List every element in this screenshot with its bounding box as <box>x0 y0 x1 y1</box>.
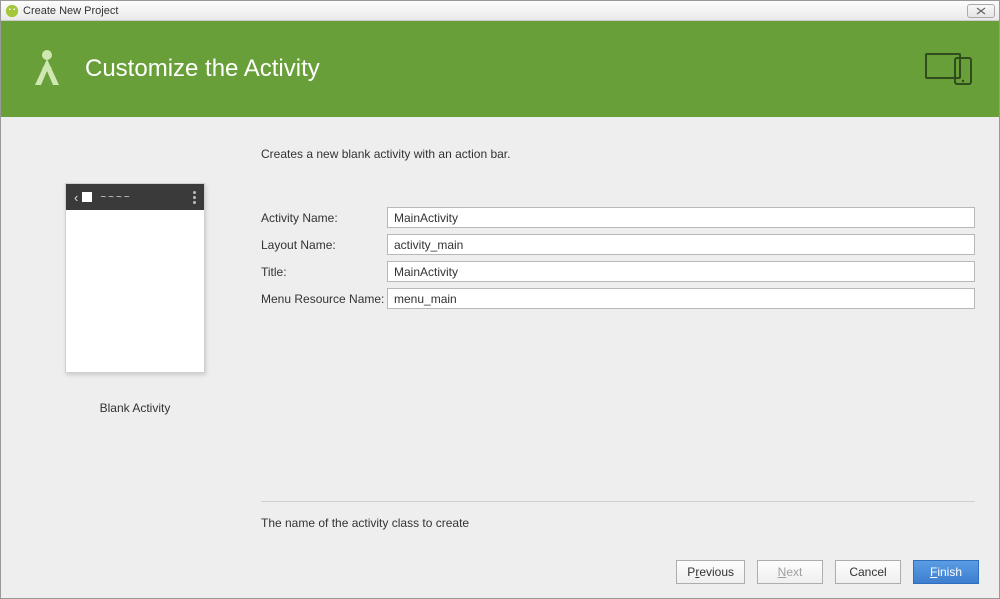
form-column: Creates a new blank activity with an act… <box>261 147 975 536</box>
template-preview: ‹ ~~~~ <box>65 183 205 373</box>
wizard-window: Create New Project Customize the Activit… <box>0 0 1000 599</box>
preview-column: ‹ ~~~~ Blank Activity <box>25 147 245 536</box>
row-layout-name: Layout Name: <box>261 234 975 255</box>
app-icon <box>5 4 19 18</box>
finish-button[interactable]: Finish <box>913 560 979 584</box>
next-button: Next <box>757 560 823 584</box>
description-text: Creates a new blank activity with an act… <box>261 147 975 161</box>
title-placeholder-icon: ~~~~ <box>96 192 193 203</box>
preview-caption: Blank Activity <box>100 401 171 415</box>
devices-icon <box>925 52 975 86</box>
label-activity-name: Activity Name: <box>261 211 387 225</box>
app-icon-placeholder <box>82 192 92 202</box>
help-text: The name of the activity class to create <box>261 501 975 530</box>
window-title: Create New Project <box>23 5 118 17</box>
label-layout-name: Layout Name: <box>261 238 387 252</box>
titlebar: Create New Project <box>1 1 999 21</box>
input-menu-resource[interactable] <box>387 288 975 309</box>
label-menu-resource: Menu Resource Name: <box>261 292 387 306</box>
header-banner: Customize the Activity <box>1 21 999 117</box>
android-studio-logo <box>25 47 69 91</box>
content-area: ‹ ~~~~ Blank Activity Creates a new blan… <box>1 117 999 546</box>
row-activity-name: Activity Name: <box>261 207 975 228</box>
page-title: Customize the Activity <box>85 55 925 83</box>
button-bar: Previous Next Cancel Finish <box>1 546 999 598</box>
row-title: Title: <box>261 261 975 282</box>
row-menu-resource: Menu Resource Name: <box>261 288 975 309</box>
cancel-button[interactable]: Cancel <box>835 560 901 584</box>
input-title[interactable] <box>387 261 975 282</box>
back-icon: ‹ <box>74 190 78 205</box>
previous-button[interactable]: Previous <box>676 560 745 584</box>
overflow-menu-icon <box>193 191 196 204</box>
input-activity-name[interactable] <box>387 207 975 228</box>
label-title: Title: <box>261 265 387 279</box>
preview-actionbar: ‹ ~~~~ <box>66 184 204 210</box>
input-layout-name[interactable] <box>387 234 975 255</box>
close-button[interactable] <box>967 4 995 18</box>
